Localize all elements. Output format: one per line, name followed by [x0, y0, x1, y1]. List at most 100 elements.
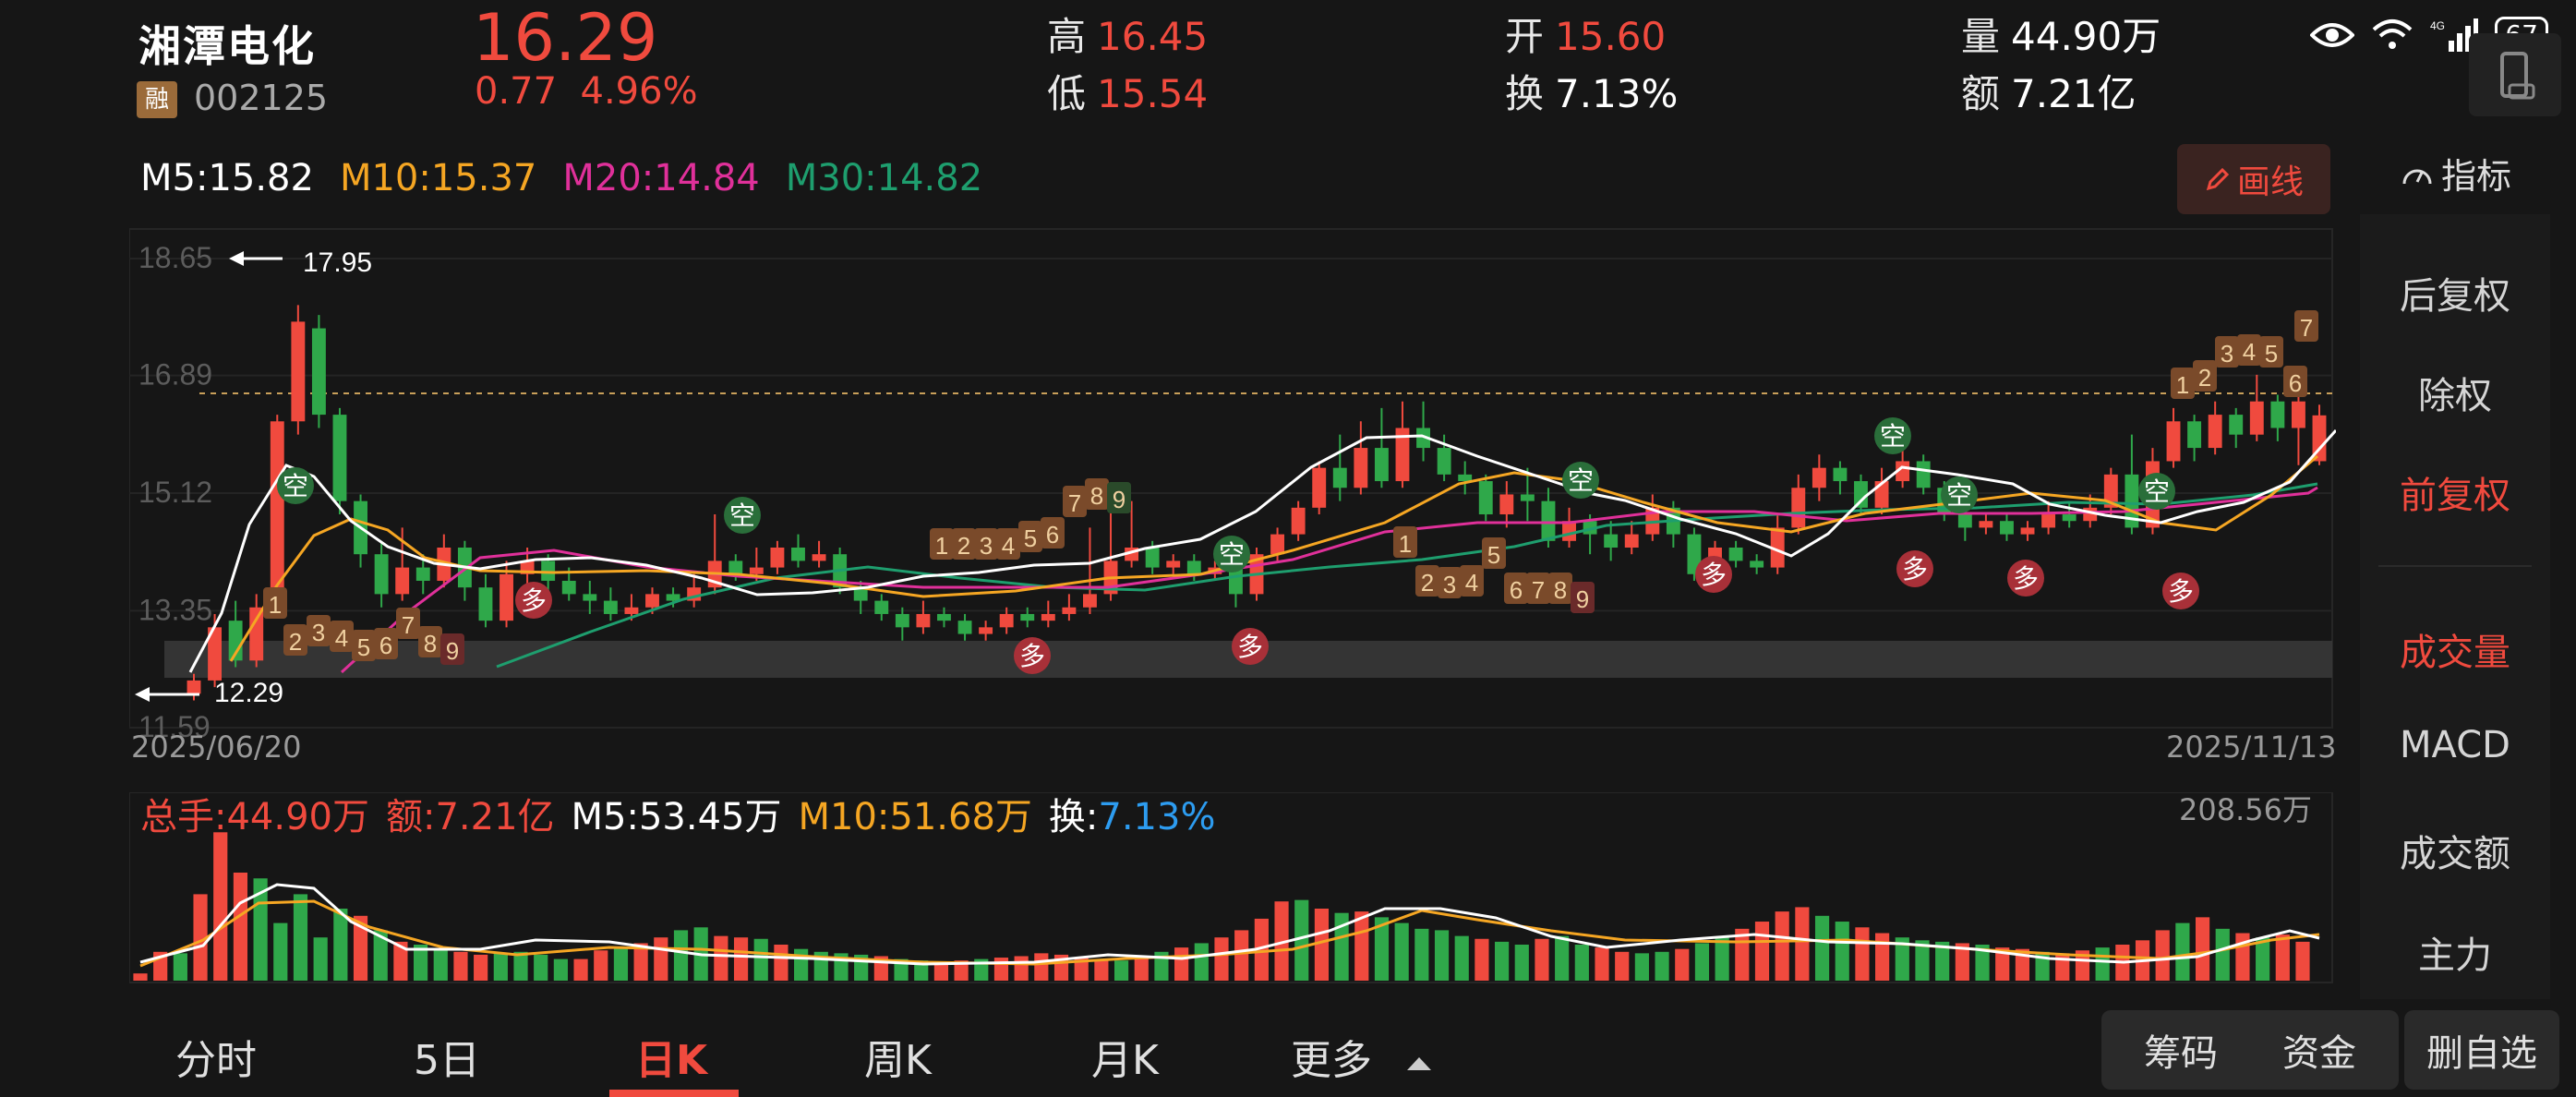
candle-body: [1979, 521, 1993, 528]
tab-weekly-k[interactable]: 周K: [864, 1027, 932, 1086]
count-badge-label: 1: [269, 591, 282, 619]
volume-bar: [1555, 935, 1570, 981]
candle-body: [1145, 548, 1160, 568]
volume-option[interactable]: 成交量: [2360, 622, 2550, 676]
count-badge-label: 9: [446, 637, 459, 665]
volume-bar: [1875, 933, 1890, 981]
candle-body: [311, 328, 326, 416]
main-force-option[interactable]: 主力: [2360, 925, 2550, 979]
count-badge-label: 7: [1068, 489, 1081, 517]
volume-bar: [1775, 911, 1789, 981]
chips-funds-group: 筹码 资金: [2101, 1010, 2399, 1090]
candle-body: [2208, 415, 2222, 449]
sell-signal-label: 空: [1946, 480, 1972, 511]
amount-stat: 额 7.21亿: [1961, 63, 2137, 119]
count-badge-label: 6: [379, 632, 392, 659]
candle-body: [1332, 467, 1347, 488]
tab-5day[interactable]: 5日: [414, 1027, 480, 1086]
volume-bar: [1835, 922, 1849, 981]
candle-body: [1728, 548, 1743, 561]
change-pct: 4.96%: [580, 70, 698, 113]
tab-monthly-k[interactable]: 月K: [1091, 1027, 1159, 1086]
count-badge-label: 4: [1465, 569, 1478, 597]
candle-body: [1624, 534, 1639, 548]
funds-button[interactable]: 资金: [2282, 1023, 2356, 1077]
indicator-button[interactable]: 指标: [2401, 148, 2511, 199]
high-value: 16.45: [1097, 14, 1209, 59]
count-badge-label: 4: [335, 624, 348, 652]
buy-signal-label: 多: [2013, 563, 2039, 594]
amount-label: 额: [1961, 71, 2001, 116]
svg-text:4G: 4G: [2430, 19, 2445, 32]
count-badge-label: 2: [289, 628, 302, 656]
candle-body: [2291, 401, 2305, 428]
macd-option[interactable]: MACD: [2360, 724, 2550, 766]
volume-bar: [1134, 956, 1149, 981]
amount-option[interactable]: 成交额: [2360, 824, 2550, 877]
draw-line-button[interactable]: 画线: [2177, 144, 2330, 214]
candle-body: [1812, 467, 1826, 488]
ma30-value: M30:14.82: [785, 157, 983, 199]
ex-rights-option[interactable]: 除权: [2360, 366, 2550, 419]
volume-chart[interactable]: [129, 792, 2336, 986]
count-badge-label: 2: [2198, 364, 2211, 392]
ma-values-row: M5:15.82 M10:15.37 M20:14.84 M30:14.82: [140, 157, 982, 199]
volume-bar: [1634, 953, 1649, 981]
adj-backward-option[interactable]: 后复权: [2360, 266, 2550, 319]
volume-bar: [1194, 943, 1209, 981]
candle-body: [1916, 461, 1931, 488]
volume-bar: [513, 951, 528, 981]
eye-icon: [2310, 23, 2355, 47]
candle-body: [1541, 500, 1556, 541]
candle-body: [187, 680, 201, 694]
turnover-label: 换: [1505, 71, 1545, 116]
volume-bar: [133, 973, 148, 981]
volume-bar: [794, 948, 809, 981]
volume-bar: [453, 951, 468, 981]
candle-body: [1291, 507, 1306, 535]
candle-body: [332, 415, 347, 501]
volume-bars: [133, 832, 2310, 981]
candle-body: [2020, 527, 2035, 535]
chips-button[interactable]: 筹码: [2144, 1023, 2218, 1077]
volume-bar: [1434, 930, 1450, 981]
count-badge-label: 6: [2289, 369, 2302, 397]
adj-forward-option[interactable]: 前复权: [2360, 465, 2550, 519]
fullscreen-button[interactable]: [2469, 33, 2561, 116]
count-badge-label: 4: [1002, 532, 1015, 560]
volume-bar: [733, 937, 749, 981]
volume-bar: [654, 937, 668, 981]
tab-more-label: 更多: [1291, 1037, 1372, 1084]
tab-intraday[interactable]: 分时: [175, 1027, 257, 1086]
tab-daily-k[interactable]: 日K: [635, 1027, 707, 1086]
candle-body: [2166, 421, 2181, 462]
caret-up-icon: [1407, 1057, 1431, 1070]
candle-body: [728, 561, 743, 574]
candle-body: [2187, 421, 2202, 449]
tab-more[interactable]: 更多: [1291, 1027, 1435, 1086]
price-change: 0.77 4.96%: [475, 70, 698, 113]
volume-bar: [1655, 951, 1669, 981]
candle-body: [291, 321, 306, 422]
volume-bar: [1354, 911, 1369, 981]
volume-bar: [2155, 930, 2170, 981]
remove-watchlist-button[interactable]: 删自选: [2404, 1010, 2559, 1090]
stock-name: 湘潭电化: [138, 21, 316, 71]
count-badge-label: 6: [1510, 576, 1523, 604]
current-price: 16.29: [473, 0, 658, 76]
turnover-stat: 换 7.13%: [1505, 63, 1678, 119]
candlestick-chart[interactable]: 18.6516.8915.1213.3511.59 空空空空空空 空多多 多多多多多…: [129, 225, 2336, 779]
open-value: 15.60: [1555, 14, 1667, 59]
start-date-label: 2025/06/20: [131, 729, 302, 765]
buy-signal-label: 多: [1701, 560, 1727, 590]
count-badge-label: 3: [980, 532, 993, 560]
pencil-icon: [2206, 167, 2230, 191]
active-tab-indicator: [609, 1090, 739, 1097]
bottom-tab-bar: 分时 5日 日K 周K 月K 更多 筹码 资金 删自选: [0, 1007, 2576, 1097]
count-badge-label: 3: [1443, 571, 1456, 598]
candle-body: [2000, 521, 2014, 535]
volume-bar: [1675, 948, 1690, 981]
candle-body: [374, 554, 389, 595]
count-badge-label: 3: [312, 619, 325, 646]
volume-bar: [1855, 927, 1870, 981]
